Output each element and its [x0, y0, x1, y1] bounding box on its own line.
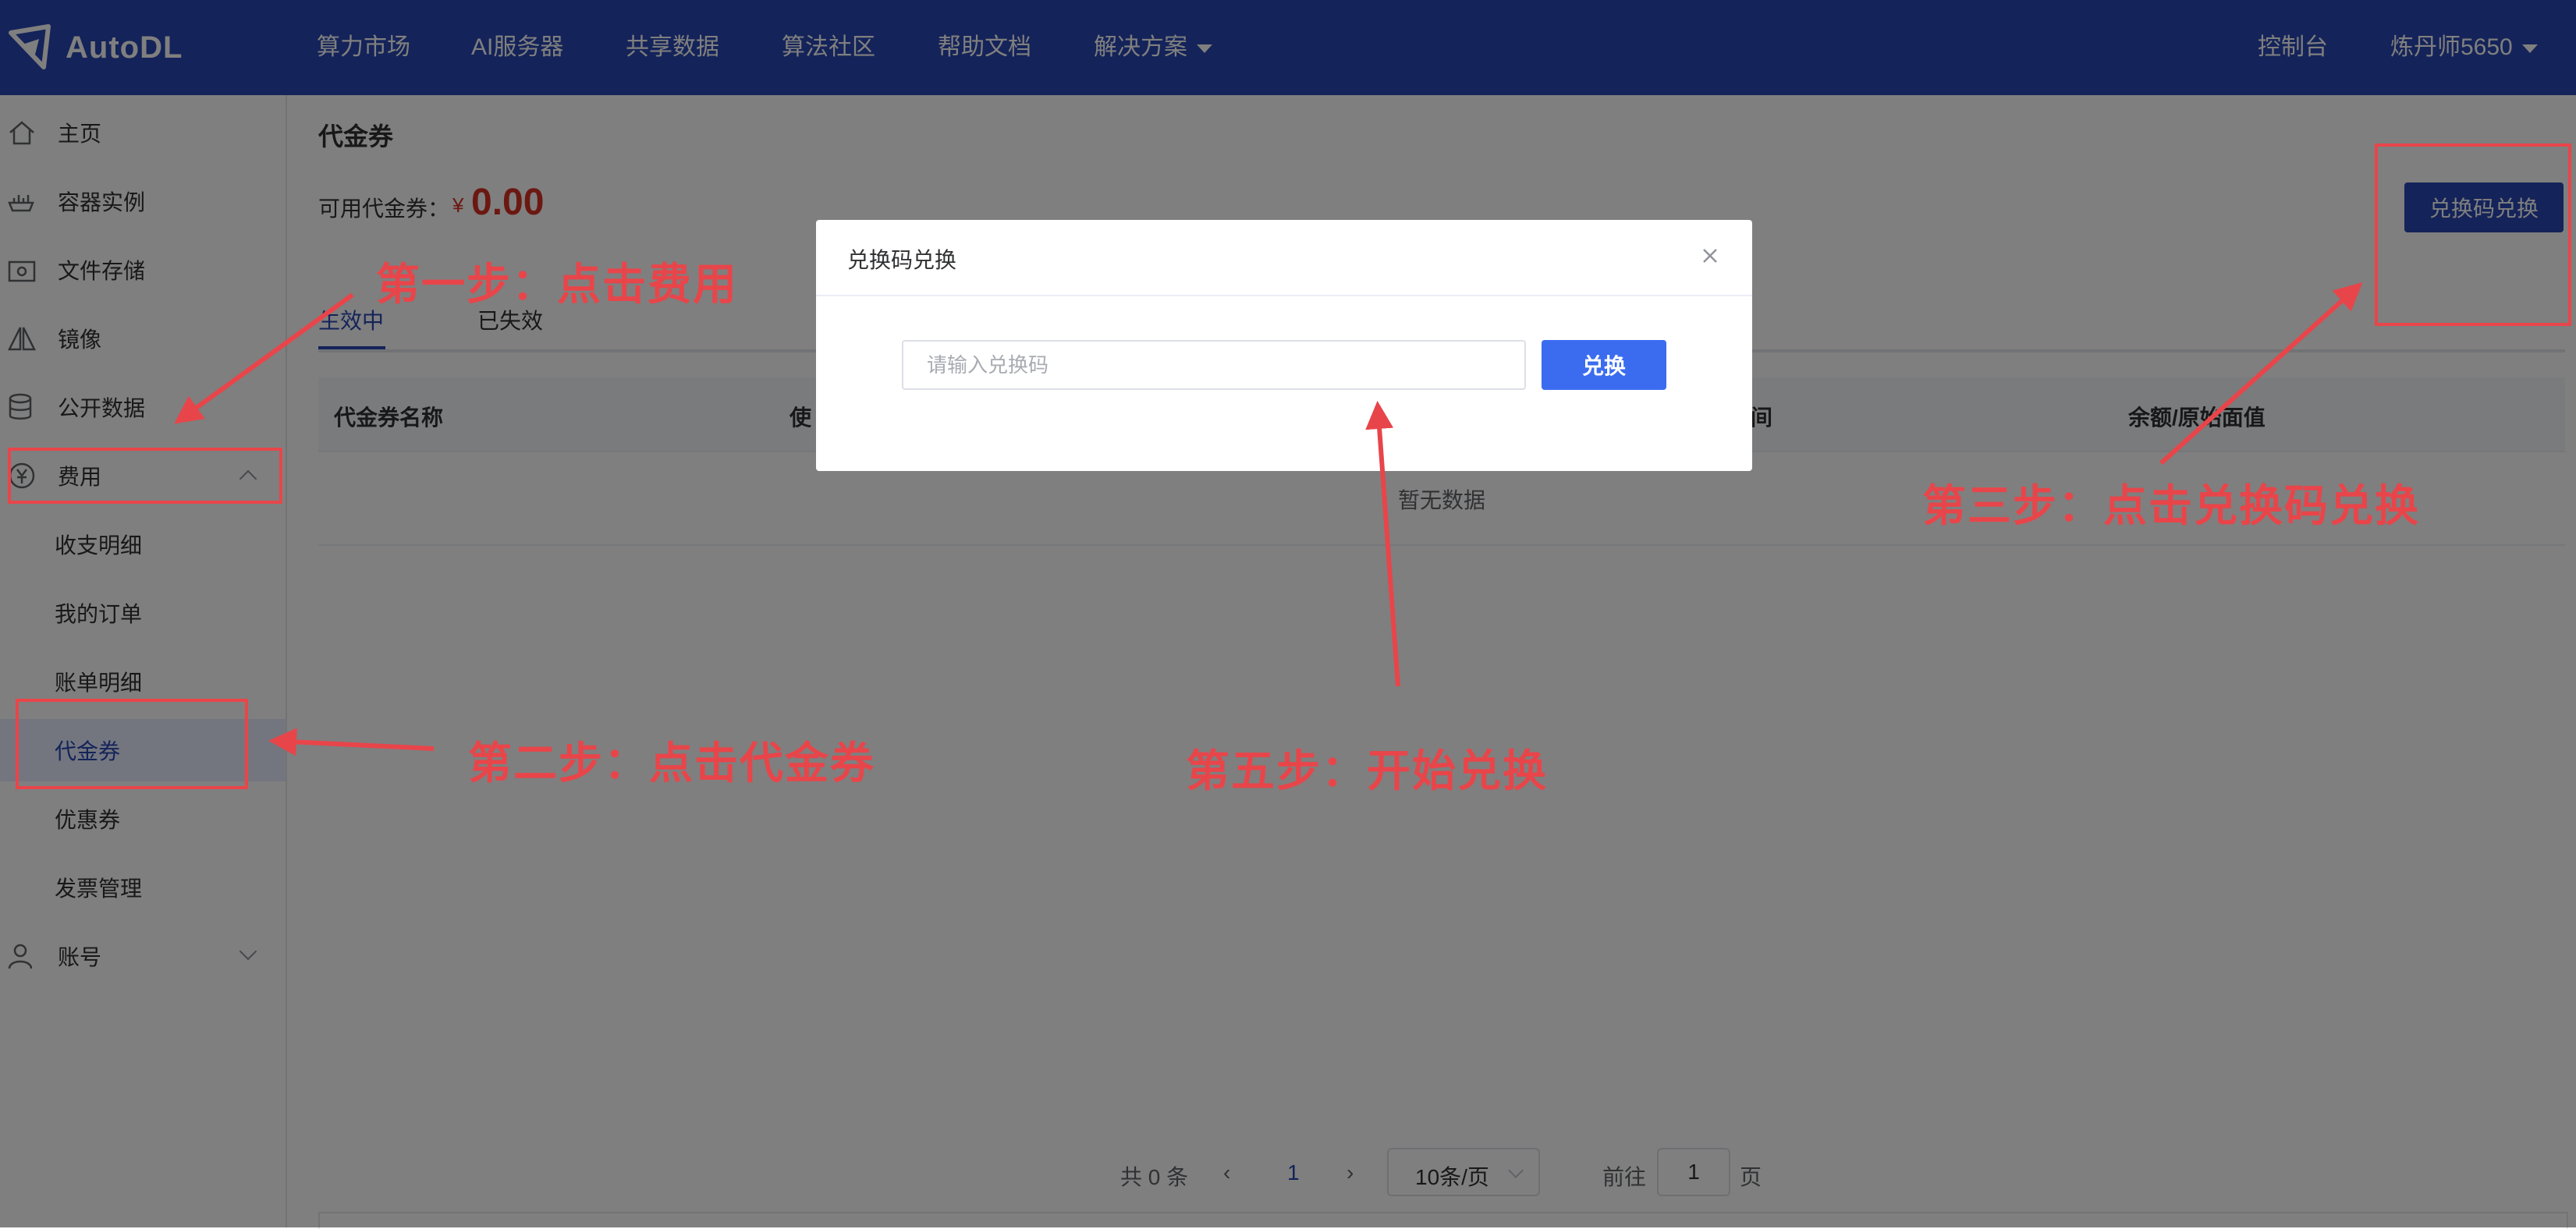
dialog-title: 兑换码兑换: [847, 248, 957, 272]
close-icon[interactable]: [1696, 242, 1724, 270]
dialog-header: 兑换码兑换: [816, 220, 1752, 296]
highlight-billing: [8, 448, 282, 504]
highlight-redeem-button: [2375, 143, 2571, 326]
redeem-submit-button[interactable]: 兑换: [1542, 340, 1666, 390]
modal-overlay[interactable]: [0, 0, 2576, 1227]
annotation-step2: 第二步：点击代金券: [468, 738, 875, 788]
redeem-dialog: 兑换码兑换 兑换: [816, 220, 1752, 471]
redeem-code-input[interactable]: [902, 340, 1526, 390]
annotation-step1: 第一步：点击费用: [376, 260, 738, 309]
highlight-vouchers: [16, 699, 248, 789]
annotation-step5: 第五步：开始兑换: [1186, 746, 1548, 795]
annotation-step3: 第三步：点击兑换码兑换: [1922, 481, 2420, 530]
